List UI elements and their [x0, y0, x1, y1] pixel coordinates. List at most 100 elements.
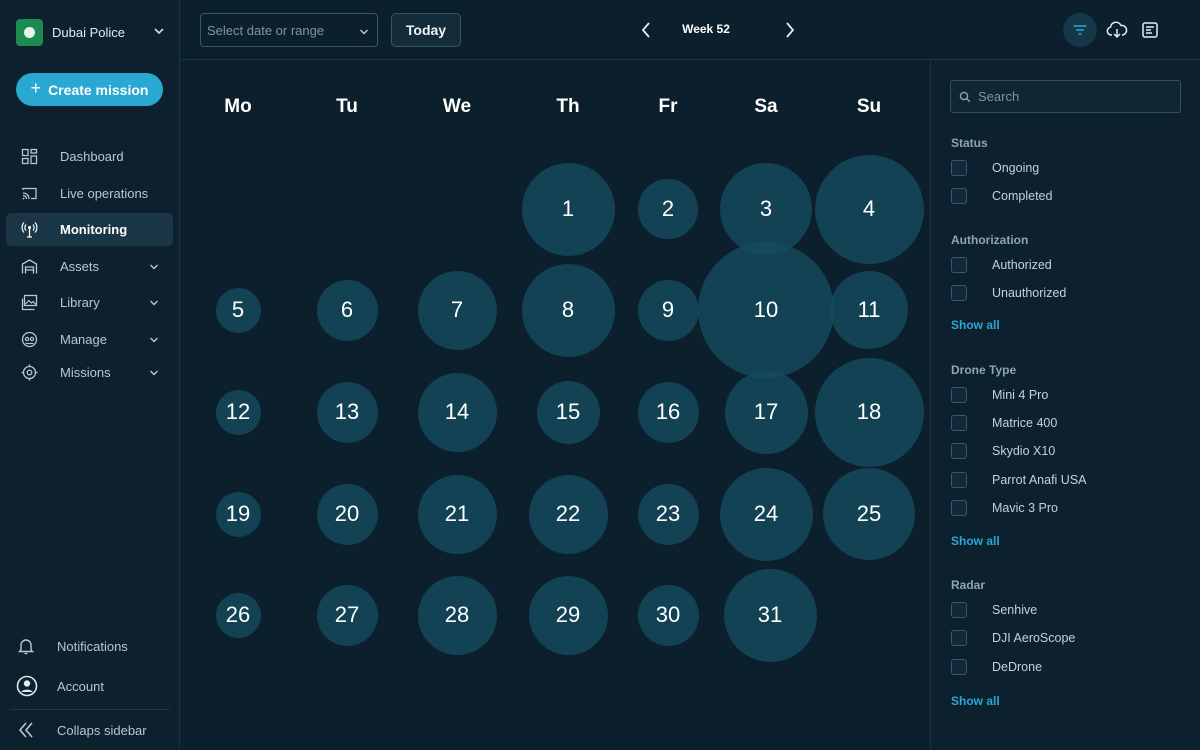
image-gallery-icon [21, 294, 38, 311]
checkbox[interactable] [951, 602, 967, 618]
authorization-show-all-link[interactable]: Show all [951, 318, 1000, 332]
sidebar-item-label: Library [60, 295, 100, 310]
day-number[interactable]: 13 [317, 397, 377, 427]
filter-option-dji-aeroscope[interactable]: DJI AeroScope [951, 629, 1181, 647]
day-number[interactable]: 18 [839, 397, 899, 427]
day-number[interactable]: 11 [839, 295, 899, 325]
cloud-download-button[interactable] [1100, 13, 1134, 47]
checkbox[interactable] [951, 472, 967, 488]
chevron-left-icon[interactable] [636, 20, 656, 40]
org-switcher[interactable]: Dubai Police [16, 18, 166, 46]
topbar: Select date or range Today Week 52 [180, 0, 1200, 60]
day-number[interactable]: 1 [538, 194, 598, 224]
filter-option-parrot-anafi-usa[interactable]: Parrot Anafi USA [951, 471, 1181, 489]
sidebar-item-label: Monitoring [60, 222, 128, 237]
filter-option-mavic-3-pro[interactable]: Mavic 3 Pro [951, 499, 1181, 517]
search-icon [959, 91, 971, 102]
checkbox[interactable] [951, 659, 967, 675]
chevron-down-icon [154, 28, 164, 35]
day-number[interactable]: 14 [427, 397, 487, 427]
filter-option-dedrone[interactable]: DeDrone [951, 658, 1181, 676]
day-number[interactable]: 17 [736, 397, 796, 427]
antenna-icon [21, 222, 38, 238]
filter-button[interactable] [1063, 13, 1097, 47]
manage-icon [21, 331, 38, 348]
day-number[interactable]: 23 [638, 499, 698, 529]
day-number[interactable]: 5 [208, 295, 268, 325]
sidebar-item-label: Dashboard [60, 149, 124, 164]
checkbox[interactable] [951, 443, 967, 459]
filter-option-label: Parrot Anafi USA [992, 473, 1087, 487]
account-label: Account [57, 678, 104, 694]
search-input[interactable]: Search [950, 80, 1181, 113]
day-number[interactable]: 8 [538, 295, 598, 325]
checkbox[interactable] [951, 415, 967, 431]
filter-option-matrice-400[interactable]: Matrice 400 [951, 414, 1181, 432]
sidebar-item-library[interactable]: Library [6, 286, 173, 319]
sidebar-item-label: Live operations [60, 186, 149, 201]
day-number[interactable]: 24 [736, 499, 796, 529]
filter-option-authorized[interactable]: Authorized [951, 256, 1181, 274]
day-number[interactable]: 7 [427, 295, 487, 325]
filter-option-mini-4-pro[interactable]: Mini 4 Pro [951, 386, 1181, 404]
day-number[interactable]: 9 [638, 295, 698, 325]
report-button[interactable] [1133, 13, 1167, 47]
day-number[interactable]: 10 [736, 295, 796, 325]
radar-show-all-link[interactable]: Show all [951, 694, 1000, 708]
checkbox[interactable] [951, 285, 967, 301]
sidebar-item-missions[interactable]: Missions [6, 356, 173, 389]
filter-option-unauthorized[interactable]: Unauthorized [951, 284, 1181, 302]
date-range-select[interactable]: Select date or range [200, 13, 378, 47]
day-number[interactable]: 3 [736, 194, 796, 224]
checkbox[interactable] [951, 160, 967, 176]
notifications-link[interactable]: Notifications [16, 634, 176, 658]
user-circle-icon [16, 675, 38, 697]
day-number[interactable]: 21 [427, 499, 487, 529]
weekday-header: Su [856, 96, 882, 117]
checkbox[interactable] [951, 188, 967, 204]
day-number[interactable]: 4 [839, 194, 899, 224]
filter-option-label: Mavic 3 Pro [992, 501, 1058, 515]
checkbox[interactable] [951, 257, 967, 273]
day-number[interactable]: 26 [208, 600, 268, 630]
filter-icon [1073, 25, 1087, 35]
week-label: Week 52 [682, 22, 730, 36]
weekday-header: Sa [754, 96, 778, 117]
day-number[interactable]: 30 [638, 600, 698, 630]
day-number[interactable]: 25 [839, 499, 899, 529]
day-number[interactable]: 19 [208, 499, 268, 529]
day-number[interactable]: 2 [638, 194, 698, 224]
day-number[interactable]: 15 [538, 397, 598, 427]
account-link[interactable]: Account [16, 674, 176, 698]
day-number[interactable]: 28 [427, 600, 487, 630]
sidebar-item-label: Assets [60, 259, 100, 274]
day-number[interactable]: 22 [538, 499, 598, 529]
plus-icon: + [30, 78, 42, 98]
filter-option-skydio-x10[interactable]: Skydio X10 [951, 442, 1181, 460]
day-number[interactable]: 6 [317, 295, 377, 325]
drone-type-show-all-link[interactable]: Show all [951, 534, 1000, 548]
day-number[interactable]: 31 [740, 600, 800, 630]
checkbox[interactable] [951, 630, 967, 646]
filter-option-completed[interactable]: Completed [951, 187, 1181, 205]
day-number[interactable]: 20 [317, 499, 377, 529]
calendar: Mo Tu We Th Fr Sa Su 1 2 3 4 5 6 7 8 9 10 11 12 13 14… [180, 60, 930, 750]
sidebar-item-monitoring[interactable]: Monitoring [6, 213, 173, 246]
report-list-icon [1142, 22, 1158, 38]
day-number[interactable]: 29 [538, 600, 598, 630]
today-button[interactable]: Today [391, 13, 461, 47]
checkbox[interactable] [951, 387, 967, 403]
filter-option-senhive[interactable]: Senhive [951, 601, 1181, 619]
checkbox[interactable] [951, 500, 967, 516]
day-number[interactable]: 27 [317, 600, 377, 630]
collapse-sidebar-button[interactable]: Collaps sidebar [16, 718, 176, 742]
filter-option-ongoing[interactable]: Ongoing [951, 159, 1181, 177]
sidebar-item-assets[interactable]: Assets [6, 250, 173, 283]
sidebar-item-dashboard[interactable]: Dashboard [6, 140, 173, 173]
create-mission-button[interactable]: + Create mission [16, 73, 163, 106]
day-number[interactable]: 16 [638, 397, 698, 427]
sidebar-item-live-operations[interactable]: Live operations [6, 177, 173, 210]
day-number[interactable]: 12 [208, 397, 268, 427]
chevron-right-icon[interactable] [780, 20, 800, 40]
sidebar-item-manage[interactable]: Manage [6, 323, 173, 356]
